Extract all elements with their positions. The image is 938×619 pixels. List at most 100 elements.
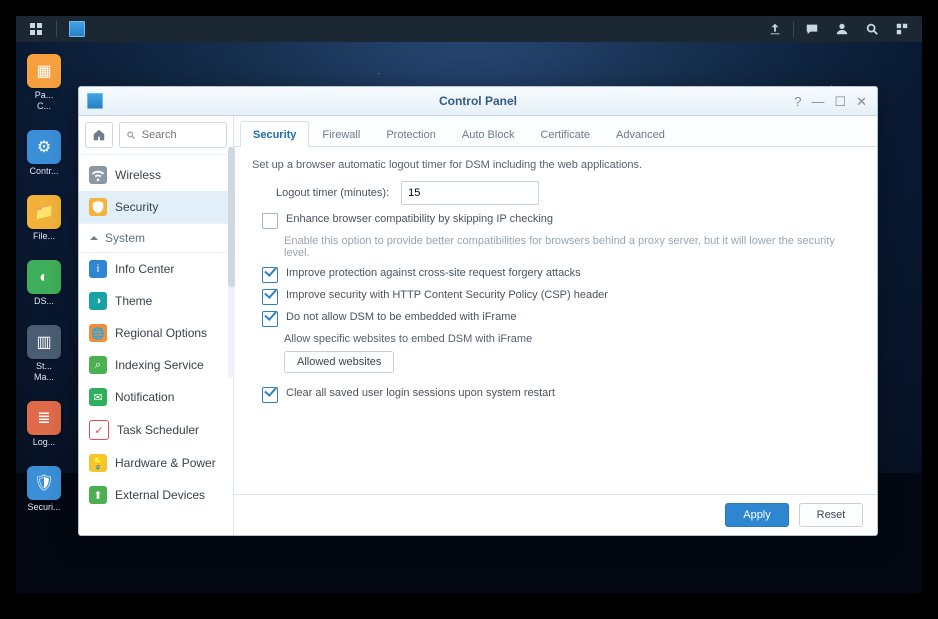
minimize-button[interactable]: —: [811, 95, 824, 108]
taskbar-app-control-panel[interactable]: [63, 16, 91, 42]
tab-firewall[interactable]: Firewall: [309, 121, 373, 147]
desktop-icon-label: Log...: [24, 437, 64, 448]
sidebar-scrollbar[interactable]: [228, 147, 235, 377]
checkbox-csp[interactable]: [262, 289, 278, 305]
app-icon: ⚙: [27, 130, 61, 164]
app-icon: 📁: [27, 195, 61, 229]
checkbox-label: Do not allow DSM to be embedded with iFr…: [286, 311, 517, 323]
help-button[interactable]: ?: [794, 95, 801, 108]
sidebar-item-wireless[interactable]: Wireless: [79, 159, 233, 191]
checkbox-clear-sessions[interactable]: [262, 387, 278, 403]
desktop-icon-label: Contr...: [24, 166, 64, 177]
footer: Apply Reset: [234, 494, 877, 535]
tab-advanced[interactable]: Advanced: [603, 121, 678, 147]
sidebar-item-label: Hardware & Power: [115, 456, 216, 470]
sidebar-item-security[interactable]: Security: [79, 191, 233, 223]
user-icon: [835, 22, 849, 36]
tab-protection[interactable]: Protection: [373, 121, 449, 147]
app-icon: ▥: [27, 325, 61, 359]
pane-intro: Set up a browser automatic logout timer …: [252, 159, 859, 171]
sidebar-item-regional[interactable]: 🌐Regional Options: [79, 317, 233, 349]
tray-user-button[interactable]: [828, 16, 856, 42]
close-button[interactable]: ✕: [856, 95, 867, 108]
sidebar-item-task-scheduler[interactable]: ✓Task Scheduler: [79, 413, 233, 447]
shield-icon: [89, 198, 107, 216]
security-pane: Set up a browser automatic logout timer …: [234, 147, 877, 494]
titlebar[interactable]: Control Panel ? — ☐ ✕: [79, 87, 877, 116]
sidebar-group-system[interactable]: System: [79, 223, 233, 253]
checkbox-enhance-compat[interactable]: [262, 213, 278, 229]
tray-search-button[interactable]: [858, 16, 886, 42]
tab-security[interactable]: Security: [240, 121, 309, 147]
index-icon: ⌕: [89, 356, 107, 374]
control-panel-window: Control Panel ? — ☐ ✕: [78, 86, 878, 536]
sidebar-item-label: Security: [115, 200, 158, 214]
desktop-icon[interactable]: ▥ St...Ma...: [24, 325, 64, 383]
separator: [793, 21, 794, 37]
message-icon: ✉: [89, 388, 107, 406]
sidebar-item-info-center[interactable]: i Info Center: [79, 253, 233, 285]
desktop-icon-label: DS...: [24, 296, 64, 307]
chat-icon: [805, 22, 819, 36]
search-icon: [126, 129, 136, 141]
sidebar-item-indexing[interactable]: ⌕Indexing Service: [79, 349, 233, 381]
separator: [56, 21, 57, 37]
theme-icon: ◑: [89, 292, 107, 310]
home-button[interactable]: [85, 122, 113, 148]
checkbox-csrf[interactable]: [262, 267, 278, 283]
sidebar-item-external[interactable]: ⬆External Devices: [79, 479, 233, 511]
checkbox-label: Enhance browser compatibility by skippin…: [286, 213, 553, 225]
info-icon: i: [89, 260, 107, 278]
desktop-icon[interactable]: ▦Pa...C...: [24, 54, 64, 112]
device-icon: ⬆: [89, 486, 107, 504]
reset-button[interactable]: Reset: [799, 503, 863, 527]
maximize-button[interactable]: ☐: [834, 95, 846, 108]
search-input[interactable]: [140, 128, 220, 142]
window-icon: [87, 93, 103, 109]
checkbox-iframe[interactable]: [262, 311, 278, 327]
tray-chat-button[interactable]: [798, 16, 826, 42]
sidebar-item-label: Task Scheduler: [117, 423, 199, 437]
search-icon: [865, 22, 879, 36]
desktop-icon[interactable]: ⚙ Contr...: [24, 130, 64, 177]
tab-auto-block[interactable]: Auto Block: [449, 121, 528, 147]
chevron-up-icon: [89, 233, 99, 243]
apply-button[interactable]: Apply: [725, 503, 789, 527]
sidebar-group-label: System: [105, 231, 145, 245]
upload-icon: [768, 22, 782, 36]
logout-timer-input[interactable]: [401, 181, 539, 205]
app-icon: 🛡: [27, 466, 61, 500]
desktop-icon[interactable]: ◐DS...: [24, 260, 64, 307]
desktop-icon[interactable]: 📁 File...: [24, 195, 64, 242]
sidebar-item-notification[interactable]: ✉ Notification: [79, 381, 233, 413]
main-menu-button[interactable]: [22, 16, 50, 42]
sidebar-item-hardware[interactable]: 💡 Hardware & Power: [79, 447, 233, 479]
desktop-icon-label: Securi...: [24, 502, 64, 513]
control-panel-icon: [69, 21, 85, 37]
desktop-icon-label: File...: [24, 231, 64, 242]
allowed-websites-button[interactable]: Allowed websites: [284, 351, 394, 373]
tray-widgets-button[interactable]: [888, 16, 916, 42]
content-area: Security Firewall Protection Auto Block …: [234, 116, 877, 535]
desktop-icon-label: Ma...: [24, 372, 64, 383]
checkbox-label: Improve security with HTTP Content Secur…: [286, 289, 608, 301]
checkbox-label: Improve protection against cross-site re…: [286, 267, 581, 279]
sidebar-item-label: Theme: [115, 294, 152, 308]
grid-icon: [30, 23, 42, 35]
app-icon: ▦: [27, 54, 61, 88]
desktop-icon[interactable]: ≣Log...: [24, 401, 64, 448]
search-field[interactable]: [119, 122, 227, 148]
globe-icon: 🌐: [89, 324, 107, 342]
tray-upload-button[interactable]: [761, 16, 789, 42]
iframe-sub-label: Allow specific websites to embed DSM wit…: [284, 333, 859, 345]
sidebar-item-label: Info Center: [115, 262, 174, 276]
checkbox-label: Clear all saved user login sessions upon…: [286, 387, 555, 399]
bulb-icon: 💡: [89, 454, 107, 472]
sidebar-item-label: Notification: [115, 390, 174, 404]
sidebar-item-theme[interactable]: ◑ Theme: [79, 285, 233, 317]
tab-certificate[interactable]: Certificate: [527, 121, 603, 147]
desktop-icon[interactable]: 🛡 Securi...: [24, 466, 64, 513]
scrollbar-thumb[interactable]: [228, 147, 235, 287]
desktop-icon-label: St...: [24, 361, 64, 372]
window-title: Control Panel: [79, 94, 877, 108]
